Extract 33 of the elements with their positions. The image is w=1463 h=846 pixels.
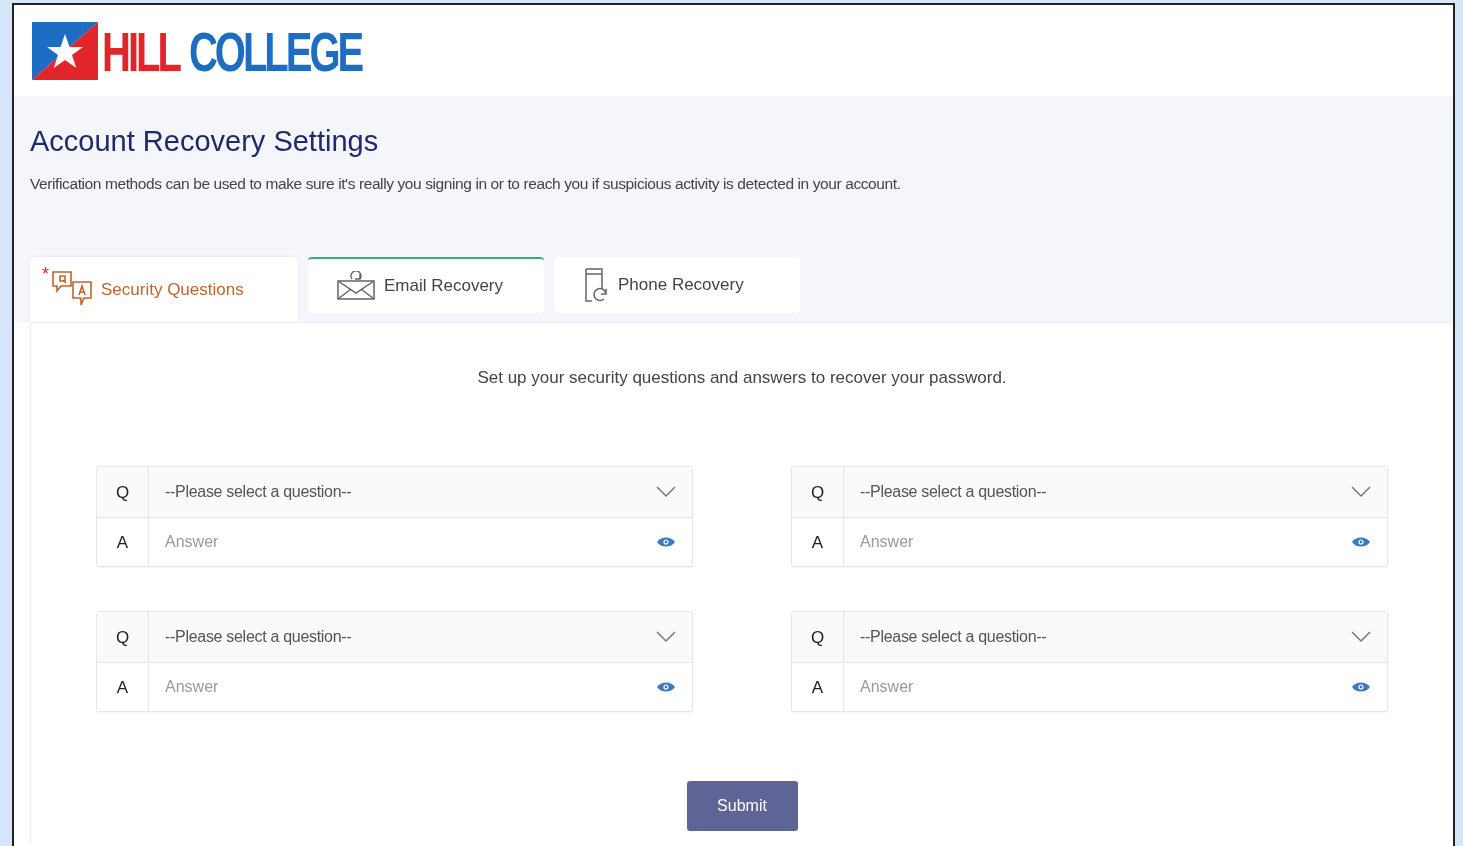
required-marker: * bbox=[42, 264, 49, 283]
chevron-down-icon bbox=[656, 631, 676, 644]
intro-text: Set up your security questions and answers to recover your password. bbox=[477, 366, 1007, 389]
chevron-down-icon bbox=[1351, 486, 1371, 499]
eye-icon[interactable] bbox=[1351, 536, 1371, 549]
question-select[interactable]: --Please select a question-- bbox=[844, 612, 1387, 663]
question-select[interactable]: --Please select a question-- bbox=[149, 612, 692, 663]
page-title: Account Recovery Settings bbox=[30, 124, 380, 159]
logo-text: HILL bbox=[102, 22, 179, 79]
answer-label: A bbox=[116, 676, 129, 699]
question-label: Q bbox=[115, 626, 130, 649]
submit-button[interactable]: Submit bbox=[686, 781, 798, 832]
question-label: Q bbox=[810, 626, 825, 649]
question-label: Q bbox=[115, 481, 130, 504]
logo-icon bbox=[32, 21, 98, 80]
question-label: Q bbox=[810, 481, 825, 504]
eye-icon[interactable] bbox=[656, 536, 676, 549]
phone-icon bbox=[582, 266, 610, 303]
envelope-icon bbox=[336, 270, 376, 301]
answer-label: A bbox=[116, 531, 129, 554]
question-select[interactable]: --Please select a question-- bbox=[149, 467, 692, 518]
eye-icon[interactable] bbox=[656, 681, 676, 694]
logo-text: COLLEGE bbox=[188, 22, 362, 79]
question-select[interactable]: --Please select a question-- bbox=[844, 467, 1387, 518]
page-description: Verification methods can be used to make sure it's really you signing in or to reach you if suspicious activity is detected in your account. bbox=[30, 173, 902, 194]
tab[interactable]: * Security Questions bbox=[30, 256, 298, 322]
chevron-down-icon bbox=[656, 486, 676, 499]
answer-label: A bbox=[811, 676, 824, 699]
tab[interactable]: Phone Recovery bbox=[554, 256, 800, 313]
tab[interactable]: Email Recovery bbox=[308, 256, 544, 313]
answer-label: A bbox=[811, 531, 824, 554]
eye-icon[interactable] bbox=[1351, 681, 1371, 694]
chevron-down-icon bbox=[1351, 631, 1371, 644]
